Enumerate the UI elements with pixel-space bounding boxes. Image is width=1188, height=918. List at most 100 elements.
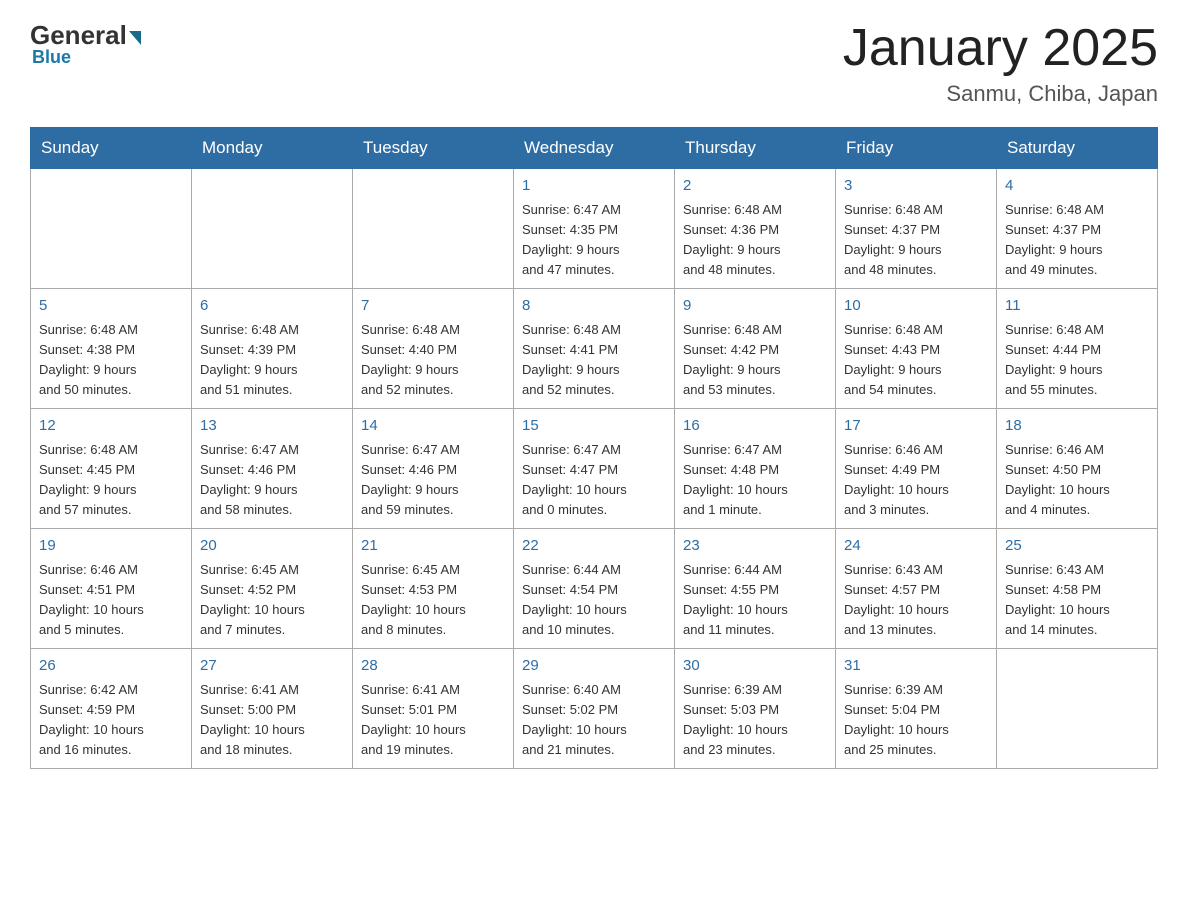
calendar-day-header: Sunday (31, 128, 192, 169)
day-number: 25 (1005, 535, 1149, 558)
calendar-header-row: SundayMondayTuesdayWednesdayThursdayFrid… (31, 128, 1158, 169)
day-info: Sunrise: 6:45 AM Sunset: 4:52 PM Dayligh… (200, 560, 344, 641)
calendar-week-row: 26Sunrise: 6:42 AM Sunset: 4:59 PM Dayli… (31, 649, 1158, 769)
calendar-day-header: Thursday (675, 128, 836, 169)
calendar-cell: 6Sunrise: 6:48 AM Sunset: 4:39 PM Daylig… (192, 289, 353, 409)
day-info: Sunrise: 6:46 AM Sunset: 4:49 PM Dayligh… (844, 440, 988, 521)
calendar-cell (353, 169, 514, 289)
day-info: Sunrise: 6:48 AM Sunset: 4:37 PM Dayligh… (1005, 200, 1149, 281)
day-number: 17 (844, 415, 988, 438)
logo-blue-text: Blue (32, 47, 71, 68)
logo: General Blue (30, 20, 143, 68)
logo-triangle-icon (129, 31, 141, 45)
day-info: Sunrise: 6:48 AM Sunset: 4:44 PM Dayligh… (1005, 320, 1149, 401)
calendar-cell: 28Sunrise: 6:41 AM Sunset: 5:01 PM Dayli… (353, 649, 514, 769)
calendar-week-row: 5Sunrise: 6:48 AM Sunset: 4:38 PM Daylig… (31, 289, 1158, 409)
day-number: 14 (361, 415, 505, 438)
calendar-cell: 20Sunrise: 6:45 AM Sunset: 4:52 PM Dayli… (192, 529, 353, 649)
calendar-cell: 27Sunrise: 6:41 AM Sunset: 5:00 PM Dayli… (192, 649, 353, 769)
month-title: January 2025 (843, 20, 1158, 77)
day-info: Sunrise: 6:48 AM Sunset: 4:41 PM Dayligh… (522, 320, 666, 401)
day-info: Sunrise: 6:42 AM Sunset: 4:59 PM Dayligh… (39, 680, 183, 761)
location-text: Sanmu, Chiba, Japan (843, 81, 1158, 107)
day-info: Sunrise: 6:47 AM Sunset: 4:46 PM Dayligh… (361, 440, 505, 521)
day-number: 1 (522, 175, 666, 198)
calendar-cell: 31Sunrise: 6:39 AM Sunset: 5:04 PM Dayli… (836, 649, 997, 769)
calendar-cell: 3Sunrise: 6:48 AM Sunset: 4:37 PM Daylig… (836, 169, 997, 289)
page-header: General Blue January 2025 Sanmu, Chiba, … (30, 20, 1158, 107)
calendar-cell: 14Sunrise: 6:47 AM Sunset: 4:46 PM Dayli… (353, 409, 514, 529)
day-number: 5 (39, 295, 183, 318)
day-info: Sunrise: 6:48 AM Sunset: 4:36 PM Dayligh… (683, 200, 827, 281)
day-number: 6 (200, 295, 344, 318)
day-info: Sunrise: 6:48 AM Sunset: 4:39 PM Dayligh… (200, 320, 344, 401)
calendar-week-row: 12Sunrise: 6:48 AM Sunset: 4:45 PM Dayli… (31, 409, 1158, 529)
calendar-day-header: Friday (836, 128, 997, 169)
day-info: Sunrise: 6:46 AM Sunset: 4:51 PM Dayligh… (39, 560, 183, 641)
day-info: Sunrise: 6:48 AM Sunset: 4:42 PM Dayligh… (683, 320, 827, 401)
day-info: Sunrise: 6:47 AM Sunset: 4:46 PM Dayligh… (200, 440, 344, 521)
calendar-cell: 22Sunrise: 6:44 AM Sunset: 4:54 PM Dayli… (514, 529, 675, 649)
day-info: Sunrise: 6:48 AM Sunset: 4:40 PM Dayligh… (361, 320, 505, 401)
calendar-cell (31, 169, 192, 289)
day-number: 21 (361, 535, 505, 558)
day-info: Sunrise: 6:47 AM Sunset: 4:48 PM Dayligh… (683, 440, 827, 521)
day-info: Sunrise: 6:41 AM Sunset: 5:01 PM Dayligh… (361, 680, 505, 761)
calendar-cell: 30Sunrise: 6:39 AM Sunset: 5:03 PM Dayli… (675, 649, 836, 769)
calendar-week-row: 19Sunrise: 6:46 AM Sunset: 4:51 PM Dayli… (31, 529, 1158, 649)
day-info: Sunrise: 6:41 AM Sunset: 5:00 PM Dayligh… (200, 680, 344, 761)
day-number: 24 (844, 535, 988, 558)
calendar-day-header: Tuesday (353, 128, 514, 169)
calendar-cell: 25Sunrise: 6:43 AM Sunset: 4:58 PM Dayli… (997, 529, 1158, 649)
day-number: 28 (361, 655, 505, 678)
day-number: 12 (39, 415, 183, 438)
day-info: Sunrise: 6:48 AM Sunset: 4:37 PM Dayligh… (844, 200, 988, 281)
calendar-table: SundayMondayTuesdayWednesdayThursdayFrid… (30, 127, 1158, 769)
calendar-cell: 9Sunrise: 6:48 AM Sunset: 4:42 PM Daylig… (675, 289, 836, 409)
calendar-cell: 4Sunrise: 6:48 AM Sunset: 4:37 PM Daylig… (997, 169, 1158, 289)
day-number: 27 (200, 655, 344, 678)
calendar-cell: 12Sunrise: 6:48 AM Sunset: 4:45 PM Dayli… (31, 409, 192, 529)
calendar-cell: 15Sunrise: 6:47 AM Sunset: 4:47 PM Dayli… (514, 409, 675, 529)
day-number: 11 (1005, 295, 1149, 318)
day-number: 10 (844, 295, 988, 318)
calendar-cell: 23Sunrise: 6:44 AM Sunset: 4:55 PM Dayli… (675, 529, 836, 649)
day-info: Sunrise: 6:46 AM Sunset: 4:50 PM Dayligh… (1005, 440, 1149, 521)
day-number: 26 (39, 655, 183, 678)
day-info: Sunrise: 6:47 AM Sunset: 4:35 PM Dayligh… (522, 200, 666, 281)
day-number: 29 (522, 655, 666, 678)
calendar-cell: 29Sunrise: 6:40 AM Sunset: 5:02 PM Dayli… (514, 649, 675, 769)
day-info: Sunrise: 6:44 AM Sunset: 4:54 PM Dayligh… (522, 560, 666, 641)
day-info: Sunrise: 6:44 AM Sunset: 4:55 PM Dayligh… (683, 560, 827, 641)
day-number: 31 (844, 655, 988, 678)
title-section: January 2025 Sanmu, Chiba, Japan (843, 20, 1158, 107)
day-number: 15 (522, 415, 666, 438)
calendar-week-row: 1Sunrise: 6:47 AM Sunset: 4:35 PM Daylig… (31, 169, 1158, 289)
day-info: Sunrise: 6:47 AM Sunset: 4:47 PM Dayligh… (522, 440, 666, 521)
calendar-cell: 17Sunrise: 6:46 AM Sunset: 4:49 PM Dayli… (836, 409, 997, 529)
calendar-cell: 2Sunrise: 6:48 AM Sunset: 4:36 PM Daylig… (675, 169, 836, 289)
calendar-cell: 1Sunrise: 6:47 AM Sunset: 4:35 PM Daylig… (514, 169, 675, 289)
calendar-cell: 13Sunrise: 6:47 AM Sunset: 4:46 PM Dayli… (192, 409, 353, 529)
day-number: 20 (200, 535, 344, 558)
day-number: 8 (522, 295, 666, 318)
calendar-cell: 7Sunrise: 6:48 AM Sunset: 4:40 PM Daylig… (353, 289, 514, 409)
calendar-cell: 16Sunrise: 6:47 AM Sunset: 4:48 PM Dayli… (675, 409, 836, 529)
day-number: 23 (683, 535, 827, 558)
calendar-cell: 19Sunrise: 6:46 AM Sunset: 4:51 PM Dayli… (31, 529, 192, 649)
day-number: 2 (683, 175, 827, 198)
day-number: 4 (1005, 175, 1149, 198)
day-info: Sunrise: 6:48 AM Sunset: 4:38 PM Dayligh… (39, 320, 183, 401)
calendar-cell: 11Sunrise: 6:48 AM Sunset: 4:44 PM Dayli… (997, 289, 1158, 409)
day-number: 13 (200, 415, 344, 438)
day-number: 30 (683, 655, 827, 678)
calendar-cell: 24Sunrise: 6:43 AM Sunset: 4:57 PM Dayli… (836, 529, 997, 649)
day-number: 9 (683, 295, 827, 318)
day-number: 18 (1005, 415, 1149, 438)
calendar-cell (192, 169, 353, 289)
calendar-cell: 10Sunrise: 6:48 AM Sunset: 4:43 PM Dayli… (836, 289, 997, 409)
day-info: Sunrise: 6:45 AM Sunset: 4:53 PM Dayligh… (361, 560, 505, 641)
day-info: Sunrise: 6:48 AM Sunset: 4:45 PM Dayligh… (39, 440, 183, 521)
day-info: Sunrise: 6:39 AM Sunset: 5:04 PM Dayligh… (844, 680, 988, 761)
day-info: Sunrise: 6:40 AM Sunset: 5:02 PM Dayligh… (522, 680, 666, 761)
